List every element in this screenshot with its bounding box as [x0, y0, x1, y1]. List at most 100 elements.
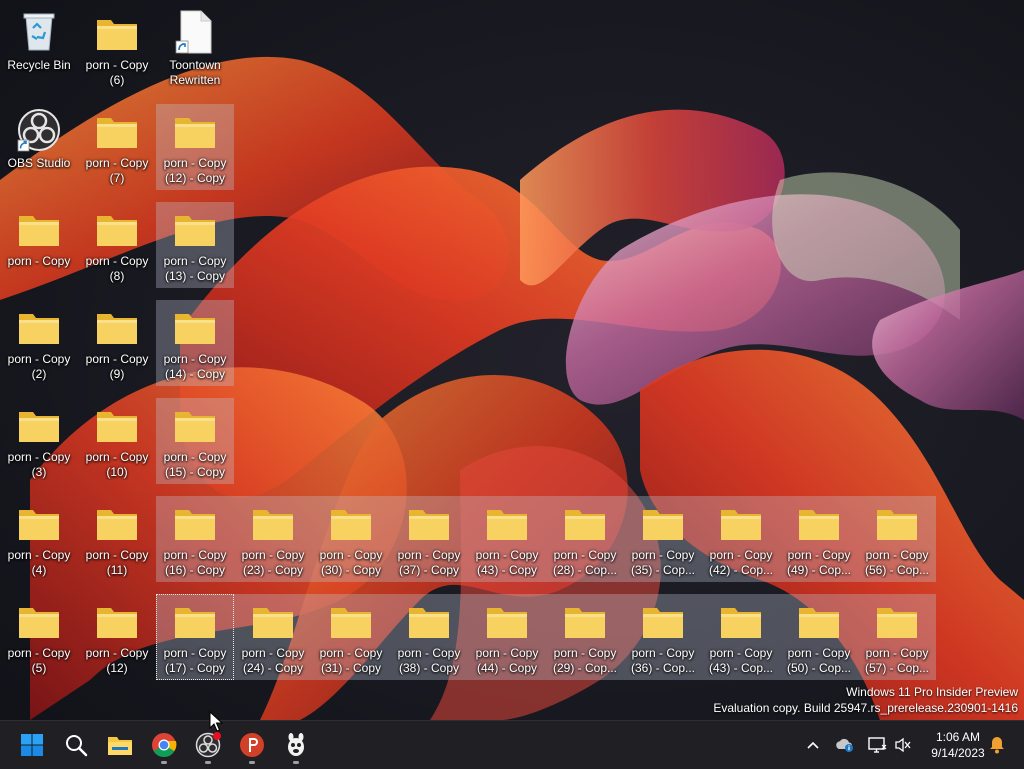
folder-icon: [546, 598, 624, 646]
toontown-icon: [288, 733, 304, 756]
windows-start-icon: [21, 734, 43, 756]
desktop-folder[interactable]: porn - Copy (30) - Copy: [312, 496, 390, 582]
desktop-folder[interactable]: porn - Copy (23) - Copy: [234, 496, 312, 582]
desktop-folder[interactable]: porn - Copy (7): [78, 104, 156, 190]
onedrive-tray-button[interactable]: [832, 721, 858, 769]
desktop-icon-label: porn - Copy (43) - Cop...: [708, 646, 774, 675]
folder-icon: [78, 304, 156, 352]
desktop-icon-label: porn - Copy (30) - Copy: [319, 548, 383, 577]
desktop-shortcut[interactable]: Recycle Bin: [0, 6, 78, 92]
folder-icon: [858, 500, 936, 548]
desktop-icon-label: porn - Copy (6): [85, 58, 149, 87]
folder-icon: [390, 500, 468, 548]
onedrive-icon: [836, 738, 853, 752]
desktop-icon-label: porn - Copy (56) - Cop...: [864, 548, 930, 577]
windows-watermark: Windows 11 Pro Insider Preview Evaluatio…: [713, 684, 1018, 716]
folder-icon: [702, 500, 780, 548]
desktop-icon-label: porn - Copy (42) - Cop...: [708, 548, 774, 577]
show-hidden-icons-button[interactable]: [802, 721, 824, 769]
desktop-folder[interactable]: porn - Copy: [0, 202, 78, 288]
desktop-folder[interactable]: porn - Copy (56) - Cop...: [858, 496, 936, 582]
volume-tray-button[interactable]: [892, 721, 914, 769]
desktop-folder[interactable]: porn - Copy (57) - Cop...: [858, 594, 936, 680]
folder-icon: [156, 500, 234, 548]
toontown-button[interactable]: [276, 725, 316, 765]
desktop-folder[interactable]: porn - Copy (28) - Cop...: [546, 496, 624, 582]
desktop-folder[interactable]: porn - Copy (4): [0, 496, 78, 582]
desktop-folder[interactable]: porn - Copy (37) - Copy: [390, 496, 468, 582]
desktop-folder[interactable]: porn - Copy (2): [0, 300, 78, 386]
desktop-folder[interactable]: porn - Copy (17) - Copy: [156, 594, 234, 680]
desktop-folder[interactable]: porn - Copy (49) - Cop...: [780, 496, 858, 582]
desktop-folder[interactable]: porn - Copy (13) - Copy: [156, 202, 234, 288]
desktop-folder[interactable]: porn - Copy (31) - Copy: [312, 594, 390, 680]
running-indicator: [161, 761, 167, 764]
desktop-folder[interactable]: porn - Copy (29) - Cop...: [546, 594, 624, 680]
desktop-folder[interactable]: porn - Copy (9): [78, 300, 156, 386]
desktop-folder[interactable]: porn - Copy (50) - Cop...: [780, 594, 858, 680]
folder-icon: [234, 598, 312, 646]
folder-icon: [390, 598, 468, 646]
folder-icon: [624, 500, 702, 548]
search-icon: [66, 735, 88, 757]
start-button[interactable]: [12, 725, 52, 765]
desktop-folder[interactable]: porn - Copy (35) - Cop...: [624, 496, 702, 582]
desktop-icon-label: porn - Copy (13) - Copy: [163, 254, 227, 283]
desktop-folder[interactable]: porn - Copy (8): [78, 202, 156, 288]
desktop-folder[interactable]: porn - Copy (12) - Copy: [156, 104, 234, 190]
search-button[interactable]: [56, 725, 96, 765]
folder-icon: [468, 598, 546, 646]
folder-icon: [780, 598, 858, 646]
network-tray-button[interactable]: [864, 721, 890, 769]
desktop-folder[interactable]: porn - Copy (14) - Copy: [156, 300, 234, 386]
desktop-folder[interactable]: porn - Copy (5): [0, 594, 78, 680]
desktop-folder[interactable]: porn - Copy (42) - Cop...: [702, 496, 780, 582]
folder-icon: [624, 598, 702, 646]
watermark-line-1: Windows 11 Pro Insider Preview: [846, 685, 1018, 699]
running-indicator: [205, 761, 211, 764]
desktop-shortcut[interactable]: OBS Studio: [0, 104, 78, 190]
folder-icon: [156, 108, 234, 156]
desktop-icon-label: porn - Copy (37) - Copy: [397, 548, 461, 577]
desktop-folder[interactable]: porn - Copy (43) - Copy: [468, 496, 546, 582]
desktop-icon-label: porn - Copy (38) - Copy: [397, 646, 461, 675]
folder-icon: [156, 206, 234, 254]
notification-button[interactable]: [986, 721, 1008, 769]
desktop-folder[interactable]: porn - Copy (24) - Copy: [234, 594, 312, 680]
folder-icon: [78, 598, 156, 646]
desktop-folder[interactable]: porn - Copy (16) - Copy: [156, 496, 234, 582]
desktop-icon-label: porn - Copy (10): [85, 450, 149, 479]
desktop-icon-label: porn - Copy (31) - Copy: [319, 646, 383, 675]
chrome-button[interactable]: [144, 725, 184, 765]
desktop-icon-label: porn - Copy (9): [85, 352, 149, 381]
desktop-folder[interactable]: porn - Copy (36) - Cop...: [624, 594, 702, 680]
folder-icon: [312, 500, 390, 548]
desktop-icon-label: Toontown Rewritten: [169, 58, 221, 87]
desktop-folder[interactable]: porn - Copy (38) - Copy: [390, 594, 468, 680]
desktop-folder[interactable]: porn - Copy (15) - Copy: [156, 398, 234, 484]
desktop-folder[interactable]: porn - Copy (3): [0, 398, 78, 484]
psiphon-icon: [240, 733, 264, 757]
desktop-icon-label: porn - Copy (36) - Cop...: [630, 646, 696, 675]
desktop-folder[interactable]: porn - Copy (43) - Cop...: [702, 594, 780, 680]
desktop-folder[interactable]: porn - Copy (44) - Copy: [468, 594, 546, 680]
obs-studio-icon: [0, 108, 78, 156]
network-icon: [868, 737, 887, 753]
shortcut-file-icon: [156, 10, 234, 58]
desktop-folder[interactable]: porn - Copy (6): [78, 6, 156, 92]
folder-icon: [78, 108, 156, 156]
desktop-icon-label: porn - Copy (2): [7, 352, 71, 381]
obs-studio-icon: [195, 732, 221, 758]
desktop-folder[interactable]: porn - Copy (11): [78, 496, 156, 582]
file-explorer-button[interactable]: [100, 725, 140, 765]
file-explorer-icon: [108, 737, 132, 755]
desktop-shortcut[interactable]: Toontown Rewritten: [156, 6, 234, 92]
recycle-bin-icon: [0, 10, 78, 58]
desktop-folder[interactable]: porn - Copy (12): [78, 594, 156, 680]
psiphon-button[interactable]: [232, 725, 272, 765]
folder-icon: [78, 10, 156, 58]
desktop-folder[interactable]: porn - Copy (10): [78, 398, 156, 484]
desktop-icon-label: porn - Copy (35) - Cop...: [630, 548, 696, 577]
desktop-icon-label: porn - Copy (43) - Copy: [475, 548, 539, 577]
folder-icon: [78, 402, 156, 450]
